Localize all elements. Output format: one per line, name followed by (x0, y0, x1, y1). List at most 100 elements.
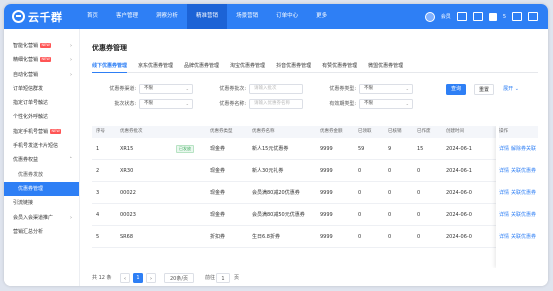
nav-item[interactable]: 首页 (78, 4, 107, 29)
table-cell-idx: 4 (96, 212, 100, 218)
page-size-select[interactable]: 20条/页 (164, 273, 194, 283)
detail-link[interactable]: 详情 (499, 160, 509, 182)
new-badge: NEW (40, 57, 52, 63)
filter-input[interactable]: 请输入批次 (249, 84, 303, 94)
table-cell-used: 0 (388, 168, 392, 174)
nav-item[interactable]: 订单中心 (267, 4, 307, 29)
table-cell-received: 0 (358, 190, 362, 196)
sidebar-item-label: 优惠券权益 (13, 157, 39, 164)
expand-filters-button[interactable]: 展开 ⌄ (500, 84, 522, 95)
coupon-relation-link[interactable]: 关联优惠券 (511, 182, 536, 204)
operation-column: 详情 解除券关联 详情 关联优惠券 详情 关联优惠券 详情 关联优惠券 详情 关联优惠券 操作 (496, 126, 538, 268)
table-cell-batch: SR68 (120, 234, 134, 240)
nav-item[interactable]: 客户管理 (107, 4, 147, 29)
next-page-button[interactable]: › (146, 273, 156, 283)
coupon-tab[interactable]: 有赞优惠券管理 (322, 60, 366, 72)
table-row: 1 XR15 已发放 现金券 新人15元优惠券 9999 59 9 15 2024-06-1 (92, 138, 538, 160)
sidebar-item[interactable]: 指定订单号触达 (4, 96, 79, 110)
nav-item[interactable]: 洞察分析 (147, 4, 187, 29)
table-header-cell: 优惠券金额 (320, 129, 343, 134)
table-cell-type: 现金券 (210, 212, 226, 218)
user-name[interactable]: 会员 (441, 13, 451, 20)
filter-label: 有效期类型: (329, 101, 356, 107)
sidebar-item[interactable]: 会员入会渠道推广 › (4, 211, 79, 225)
sidebar-item-label: 精细化营销 (13, 57, 39, 64)
coupon-relation-link[interactable]: 关联优惠券 (511, 204, 536, 226)
coupon-tab[interactable]: 淘宝优惠券管理 (230, 60, 274, 72)
filter-select[interactable]: 不限 ⌄ (139, 99, 193, 109)
table-header-cell: 优惠券类型 (210, 129, 233, 134)
app-grid-icon[interactable] (488, 12, 497, 21)
sidebar-item[interactable]: 智能化营销 NEW › (4, 39, 79, 53)
table-cell-created: 2024-06-0 (446, 212, 472, 218)
coupon-tab[interactable]: 微盟优惠券管理 (368, 60, 412, 72)
nav-item[interactable]: 场景营销 (227, 4, 267, 29)
table-cell-amount: 9999 (320, 190, 333, 196)
table-row: 2 XR30 现金券 新人30元礼券 9999 0 0 0 2024-06-1 (92, 160, 538, 182)
coupon-tab[interactable]: 线下优惠券管理 (92, 60, 136, 73)
reset-button[interactable]: 重置 (474, 84, 494, 95)
detail-link[interactable]: 详情 (499, 226, 509, 248)
nav-item[interactable]: 精准营销 (187, 4, 228, 29)
top-navbar: 云千群 首页 客户管理 洞察分析 精准营销 场景营销 订单中心 更多 会员 5 (4, 4, 548, 29)
sidebar-item-label: 指定手机号营销 (13, 128, 49, 135)
filter-input[interactable]: 请输入优惠券名称 (249, 99, 303, 109)
logo-icon (12, 10, 25, 23)
filter-select[interactable]: 不限 ⌄ (359, 99, 413, 109)
filter-label: 优惠券名称: (219, 101, 246, 107)
sidebar-item-label: 会员入会渠道推广 (13, 214, 54, 221)
chevron-icon: › (70, 57, 72, 64)
search-button[interactable]: 查询 (446, 84, 466, 95)
chevron-icon: › (70, 214, 72, 221)
sidebar-item[interactable]: 手机号发送卡片短信 (4, 139, 79, 153)
user-avatar[interactable] (424, 11, 435, 22)
brand-logo[interactable]: 云千群 (12, 9, 63, 24)
goto-page-input[interactable]: 1 (216, 273, 230, 283)
sidebar-item[interactable]: 营销汇总分析 (4, 225, 79, 239)
sidebar-item[interactable]: 订单短信群发 (4, 82, 79, 96)
detail-link[interactable]: 详情 (499, 138, 509, 160)
filter-select[interactable]: 不限 ⌄ (139, 84, 193, 94)
nav-item[interactable]: 更多 (307, 4, 336, 29)
notice-icon[interactable] (472, 12, 483, 21)
sidebar-item[interactable]: 优惠券发放 (4, 168, 79, 182)
sidebar-item-label: 智能化营销 (13, 43, 39, 49)
detail-link[interactable]: 详情 (499, 182, 509, 204)
logout-icon[interactable] (528, 12, 538, 21)
coupon-tab[interactable]: 品牌优惠券管理 (184, 60, 228, 72)
sidebar-item-label: 自动化营销 (13, 71, 39, 78)
table-cell-void: 15 (417, 146, 424, 152)
detail-link[interactable]: 详情 (499, 204, 509, 226)
sidebar-item[interactable]: 优惠券管理 (4, 181, 79, 197)
coupon-tab[interactable]: 抖音优惠券管理 (276, 60, 320, 72)
goto-unit: 页 (234, 275, 240, 281)
total-count: 共 12 条 (92, 275, 112, 281)
filter-label: 优惠券批次: (219, 86, 246, 92)
settings-icon[interactable] (512, 12, 522, 21)
chevron-down-icon: ⌄ (405, 86, 409, 91)
sidebar-item[interactable]: 个性化外呼触达 (4, 110, 79, 124)
sidebar-item[interactable]: 指定手机号营销 NEW (4, 125, 79, 139)
message-icon[interactable] (456, 12, 467, 21)
table-cell-void: 0 (417, 168, 421, 174)
sidebar-item[interactable]: 自动化营销 › (4, 68, 79, 82)
table-cell-void: 0 (417, 190, 421, 196)
prev-page-button[interactable]: ‹ (120, 273, 130, 283)
coupon-relation-link[interactable]: 关联优惠券 (511, 160, 536, 182)
coupon-tab[interactable]: 京东优惠券管理 (138, 60, 182, 72)
table-cell-received: 59 (358, 146, 365, 152)
table-row: 5 SR68 折扣券 生日6.8折券 9999 0 0 0 2024-06-0 (92, 226, 538, 248)
coupon-relation-link[interactable]: 关联优惠券 (511, 226, 536, 248)
sidebar-item[interactable]: 精细化营销 NEW › (4, 53, 79, 67)
notification-count: 5 (502, 13, 506, 20)
table-row: 4 00023 现金券 会员满80减50元优惠券 9999 0 0 0 2024-06-0 (92, 204, 538, 226)
sidebar-item-label: 个性化外呼触达 (13, 114, 49, 121)
table-cell-amount: 9999 (320, 234, 333, 240)
sidebar-item[interactable]: 优惠券权益 ˄ (4, 153, 79, 167)
chevron-icon: › (70, 71, 72, 78)
sidebar-item[interactable]: 引流链接 (4, 196, 79, 210)
filter-select[interactable]: 不限 ⌄ (359, 84, 413, 94)
coupon-relation-link[interactable]: 解除券关联 (511, 138, 536, 160)
page-1-button[interactable]: 1 (133, 273, 143, 283)
table-header: 序号 优惠券批次 优惠券类型 优惠券名称 优惠券金额 已领取 已核销 已作废 创建时间 操作 (92, 126, 538, 138)
